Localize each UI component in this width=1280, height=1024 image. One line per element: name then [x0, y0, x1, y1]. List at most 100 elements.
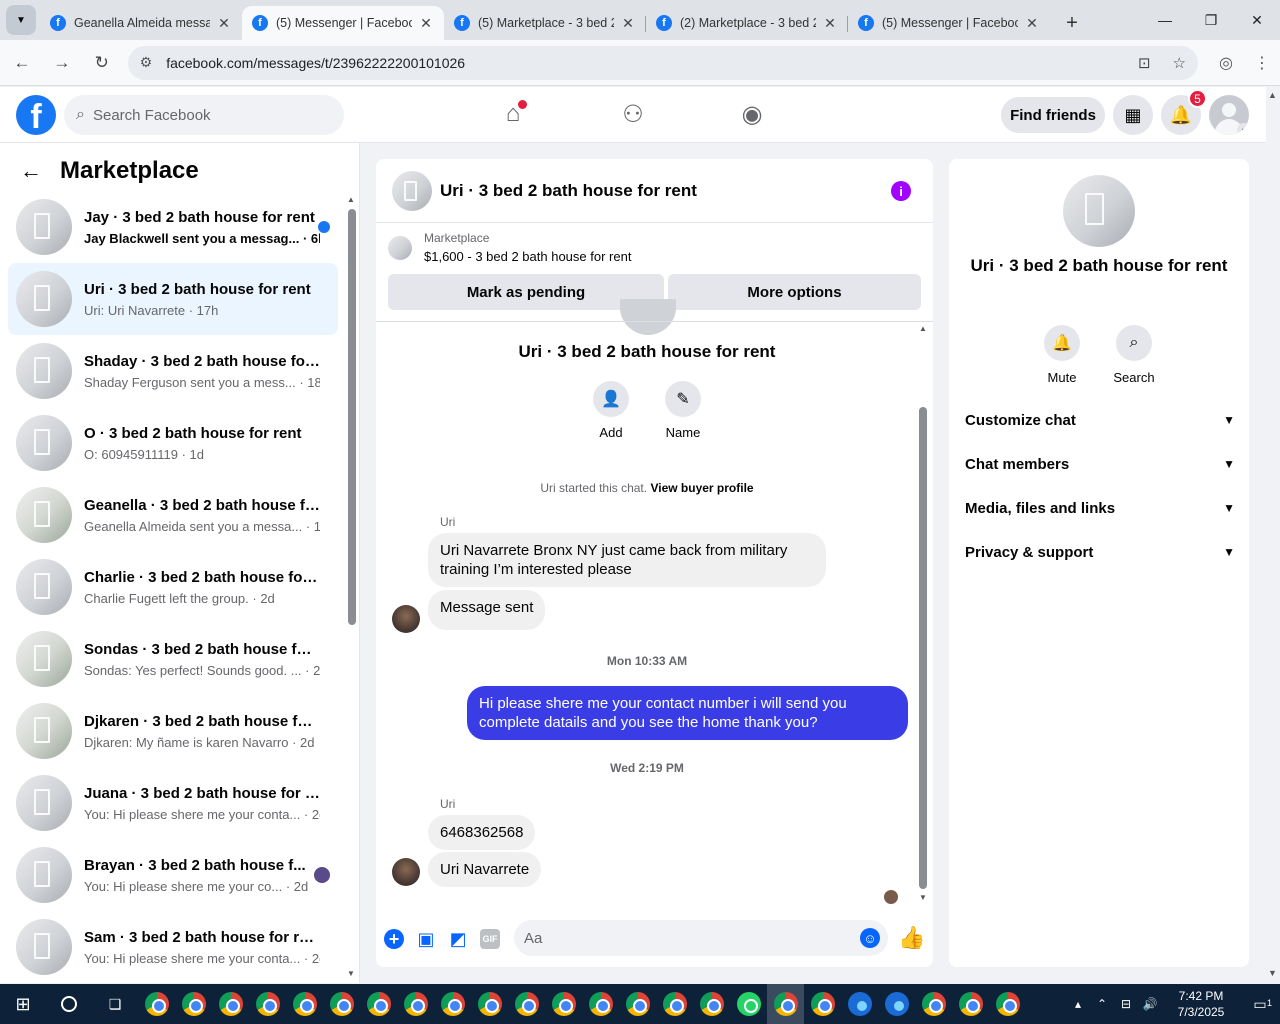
search-button[interactable]: ⌕ Search — [1104, 325, 1164, 385]
chrome-taskbar-icon[interactable] — [397, 984, 434, 1024]
conversation-item[interactable]: Sondas · 3 bed 2 bath house for ... Sonda… — [8, 623, 338, 695]
conversation-item[interactable]: Charlie · 3 bed 2 bath house for ... Char… — [8, 551, 338, 623]
chrome-taskbar-icon[interactable] — [249, 984, 286, 1024]
listing-summary[interactable]: Marketplace $1,600 - 3 bed 2 bath house … — [388, 231, 631, 264]
whatsapp-taskbar-icon[interactable] — [730, 984, 767, 1024]
scroll-up-arrow-icon[interactable]: ▲ — [347, 195, 355, 204]
conversation-item[interactable]: O · 3 bed 2 bath house for rent O: 609459… — [8, 407, 338, 479]
customize-chat-section[interactable]: Customize chat ▼ — [965, 408, 1235, 432]
back-arrow-icon[interactable]: ← — [4, 45, 40, 81]
chat-members-section[interactable]: Chat members ▼ — [965, 452, 1235, 476]
bookmark-star-icon[interactable]: ☆ — [1173, 54, 1186, 72]
chrome-taskbar-icon[interactable] — [360, 984, 397, 1024]
chrome-taskbar-icon[interactable] — [582, 984, 619, 1024]
chrome-taskbar-icon[interactable] — [212, 984, 249, 1024]
task-view-icon[interactable]: ❏ — [92, 984, 138, 1024]
restore-icon[interactable]: ❐ — [1188, 0, 1234, 40]
profile-icon[interactable]: ◎ — [1208, 45, 1244, 81]
chrome-taskbar-icon[interactable] — [471, 984, 508, 1024]
address-bar[interactable]: ⚙ facebook.com/messages/t/23962222200101… — [127, 45, 1198, 80]
new-tab-button[interactable]: + — [1058, 9, 1086, 37]
message-bubble-incoming[interactable]: Uri Navarrete Bronx NY just came back fr… — [428, 533, 826, 587]
chrome-taskbar-icon[interactable] — [175, 984, 212, 1024]
tab-close-icon[interactable]: ✕ — [418, 15, 434, 32]
chat-title[interactable]: Uri · 3 bed 2 bath house for rent — [440, 181, 697, 201]
page-scroll-up-icon[interactable]: ▲ — [1268, 90, 1277, 100]
tab-search-button[interactable]: ▼ — [6, 5, 36, 35]
app-taskbar-icon[interactable] — [841, 984, 878, 1024]
chrome-menu-icon[interactable]: ⋮ — [1244, 45, 1280, 81]
message-input[interactable] — [514, 920, 888, 956]
tray-scroll-icon[interactable]: ▴ — [1066, 997, 1090, 1011]
gif-icon[interactable]: GIF — [480, 929, 500, 949]
site-settings-icon[interactable]: ⚙ — [140, 54, 153, 71]
chrome-taskbar-icon[interactable] — [915, 984, 952, 1024]
account-avatar[interactable]: ▾ — [1209, 95, 1249, 135]
chrome-taskbar-icon[interactable] — [286, 984, 323, 1024]
conversation-item[interactable]: Jay · 3 bed 2 bath house for rent Jay Bla… — [8, 191, 338, 263]
clock[interactable]: 7:42 PM 7/3/2025 — [1162, 988, 1240, 1020]
chat-thumbnail[interactable] — [392, 170, 432, 211]
conversation-item[interactable]: Shaday · 3 bed 2 bath house for ... Shada… — [8, 335, 338, 407]
action-center-icon[interactable]: ▭ 1 — [1240, 996, 1280, 1013]
browser-tab[interactable]: f (5) Messenger | Facebook ✕ — [848, 6, 1050, 40]
chat-scrollbar[interactable] — [919, 407, 927, 889]
conversation-item[interactable]: Juana · 3 bed 2 bath house for r... You: … — [8, 767, 338, 839]
app-taskbar-icon[interactable] — [878, 984, 915, 1024]
windows-start-icon[interactable]: ⊞ — [0, 984, 46, 1024]
chrome-taskbar-icon[interactable] — [323, 984, 360, 1024]
sidebar-scrollbar[interactable] — [348, 209, 356, 625]
plus-icon[interactable]: + — [384, 929, 404, 949]
tab-close-icon[interactable]: ✕ — [620, 15, 636, 32]
find-friends-button[interactable]: Find friends — [1001, 97, 1105, 133]
message-bubble-incoming[interactable]: Uri Navarrete — [428, 852, 542, 887]
browser-tab[interactable]: f (2) Marketplace - 3 bed 2 ✕ — [646, 6, 848, 40]
tab-close-icon[interactable]: ✕ — [822, 15, 838, 32]
mute-button[interactable]: 🔔 Mute — [1032, 325, 1092, 385]
close-window-icon[interactable]: ✕ — [1234, 0, 1280, 40]
volume-icon[interactable]: 🔊 — [1138, 997, 1162, 1011]
conversation-item[interactable]: Brayan · 3 bed 2 bath house f... You: Hi … — [8, 839, 338, 911]
conversation-item[interactable]: Djkaren · 3 bed 2 bath house for... Djkar… — [8, 695, 338, 767]
home-icon[interactable]: ⌂ — [498, 99, 528, 129]
conversation-item[interactable]: Sam · 3 bed 2 bath house for rent You: Hi… — [8, 911, 338, 983]
groups-icon[interactable]: ◉ — [737, 99, 767, 129]
view-buyer-profile-link[interactable]: View buyer profile — [650, 481, 753, 495]
friends-icon[interactable]: ⚇ — [618, 99, 648, 129]
browser-tab[interactable]: f (5) Marketplace - 3 bed 2 ✕ — [444, 6, 646, 40]
chrome-taskbar-icon[interactable] — [508, 984, 545, 1024]
message-bubble-incoming[interactable]: 6468362568 — [428, 815, 536, 850]
tab-close-icon[interactable]: ✕ — [216, 15, 232, 32]
facebook-search[interactable]: ⌕ Search Facebook — [64, 95, 344, 135]
taskbar-search-icon[interactable] — [46, 984, 92, 1024]
facebook-logo-icon[interactable]: f — [16, 95, 56, 135]
forward-arrow-icon[interactable]: → — [44, 45, 80, 81]
tab-close-icon[interactable]: ✕ — [1024, 15, 1040, 32]
browser-tab-active[interactable]: f (5) Messenger | Facebook ✕ — [242, 6, 444, 40]
message-bubble-outgoing[interactable]: Hi please shere me your contact number i… — [467, 686, 908, 740]
chrome-taskbar-icon[interactable] — [656, 984, 693, 1024]
scroll-up-arrow-icon[interactable]: ▲ — [919, 324, 927, 333]
menu-grid-icon[interactable]: ▦ — [1113, 95, 1153, 135]
sender-avatar[interactable] — [392, 858, 420, 886]
network-icon[interactable]: ⊟ — [1114, 997, 1138, 1011]
chrome-taskbar-icon-active[interactable] — [767, 984, 804, 1024]
chrome-taskbar-icon[interactable] — [952, 984, 989, 1024]
scroll-down-arrow-icon[interactable]: ▼ — [919, 893, 927, 902]
chrome-taskbar-icon[interactable] — [434, 984, 471, 1024]
browser-tab[interactable]: f Geanella Almeida messag ✕ — [40, 6, 242, 40]
notifications-bell-icon[interactable]: 🔔 5 — [1161, 89, 1207, 135]
chrome-taskbar-icon[interactable] — [804, 984, 841, 1024]
chrome-taskbar-icon[interactable] — [619, 984, 656, 1024]
add-button[interactable]: 👤 Add — [581, 381, 641, 440]
conversation-item-selected[interactable]: Uri · 3 bed 2 bath house for rent Uri: Ur… — [8, 263, 338, 335]
scroll-down-arrow-icon[interactable]: ▼ — [347, 969, 355, 978]
chrome-taskbar-icon[interactable] — [545, 984, 582, 1024]
back-arrow-icon[interactable]: ← — [20, 158, 42, 184]
message-bubble-incoming[interactable]: Message sent — [428, 590, 546, 630]
more-options-button[interactable]: More options — [668, 274, 921, 310]
minimize-icon[interactable]: — — [1142, 0, 1188, 40]
sender-avatar[interactable] — [392, 605, 420, 633]
info-icon[interactable]: i — [891, 181, 911, 201]
photo-icon[interactable]: ▣ — [416, 929, 436, 949]
